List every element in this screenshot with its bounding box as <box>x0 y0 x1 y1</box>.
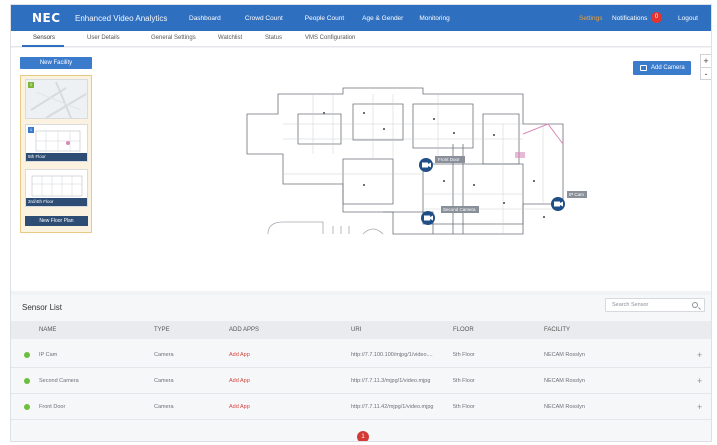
brand-logo: NEC <box>32 11 61 25</box>
notification-count-badge[interactable]: 0 <box>651 12 662 23</box>
sensor-facility: NECAM Rosslyn <box>544 404 585 410</box>
sensor-uri: http://7.7.11.3/mjpg/1/video.mjpg <box>351 378 431 384</box>
sensor-name: Second Camera <box>39 378 79 384</box>
floor-thumb-3rd-4th[interactable]: 3rd/4th Floor <box>25 169 88 207</box>
svg-text:IP Cam: IP Cam <box>569 192 584 197</box>
nav-monitoring[interactable]: Monitoring <box>419 15 449 22</box>
zoom-control: + - <box>700 54 711 80</box>
expand-row-plus-icon[interactable]: + <box>697 402 702 412</box>
floorplan-thumbnail <box>31 175 83 197</box>
top-navbar: NEC Enhanced Video Analytics Dashboard C… <box>11 5 711 31</box>
camera-icon <box>640 65 647 71</box>
tab-status[interactable]: Status <box>265 35 282 41</box>
add-app-link[interactable]: Add App <box>229 352 250 358</box>
sensor-floor: 5th Floor <box>453 352 475 358</box>
table-row[interactable]: Second Camera Camera Add App http://7.7.… <box>11 369 711 394</box>
col-floor[interactable]: FLOOR <box>453 327 474 333</box>
svg-text:Second Camera: Second Camera <box>443 207 476 212</box>
sensor-facility: NECAM Rosslyn <box>544 378 585 384</box>
expand-row-plus-icon[interactable]: + <box>697 376 702 386</box>
floor-plan-map[interactable]: Front Door Second Camera IP Cam <box>223 84 623 264</box>
sensor-list-title: Sensor List <box>22 303 63 312</box>
zoom-out-button[interactable]: - <box>701 67 711 79</box>
sensor-name: IP Cam <box>39 352 58 358</box>
app-frame: NEC Enhanced Video Analytics Dashboard C… <box>10 4 712 442</box>
tab-user-details[interactable]: User Details <box>87 35 120 41</box>
floor-label: 3rd/4th Floor <box>26 198 87 206</box>
tab-vms-configuration[interactable]: VMS Configuration <box>305 35 355 41</box>
sensor-name: Front Door <box>39 404 66 410</box>
search-icon[interactable] <box>692 302 698 308</box>
nav-dashboard[interactable]: Dashboard <box>189 15 221 22</box>
table-row[interactable]: IP Cam Camera Add App http://7.7.100.100… <box>11 343 711 368</box>
table-row[interactable]: Front Door Camera Add App http://7.7.11.… <box>11 395 711 420</box>
pagination-page-button[interactable]: 1 <box>357 431 369 441</box>
floor-label: 5th Floor <box>26 153 87 161</box>
expand-row-plus-icon[interactable]: + <box>697 350 702 360</box>
sensor-floor: 5th Floor <box>453 378 475 384</box>
status-online-icon <box>24 378 30 384</box>
add-camera-label: Add Camera <box>651 65 685 71</box>
main-nav: Dashboard Crowd Count People Count Age &… <box>189 15 450 22</box>
search-sensor-input[interactable] <box>606 299 686 311</box>
nav-crowd-count[interactable]: Crowd Count <box>245 15 283 22</box>
col-facility[interactable]: FACILITY <box>544 327 570 333</box>
logout-link[interactable]: Logout <box>678 15 698 22</box>
settings-tabs: Sensors User Details General Settings Wa… <box>11 31 711 47</box>
nav-people-count[interactable]: People Count <box>305 15 344 22</box>
floor-thumb-5th[interactable]: 1 5th Floor <box>25 124 88 162</box>
tab-watchlist[interactable]: Watchlist <box>218 35 242 41</box>
search-sensor-box <box>605 298 705 312</box>
sensor-uri: http://7.7.11.42/mjpg/1/video.mjpg <box>351 404 434 410</box>
nav-settings[interactable]: Settings <box>579 15 603 22</box>
col-name[interactable]: NAME <box>39 327 56 333</box>
tab-sensors[interactable]: Sensors <box>33 35 55 41</box>
tab-general-settings[interactable]: General Settings <box>151 35 196 41</box>
app-title: Enhanced Video Analytics <box>75 14 168 23</box>
sensor-floor: 5th Floor <box>453 404 475 410</box>
street-map-thumbnail <box>30 81 87 118</box>
floor-thumbnails: 2 1 5th Floor 3rd/4th Floor New Floor Pl… <box>20 75 92 233</box>
sensor-table-header: NAME TYPE ADD APPS URI FLOOR FACILITY <box>11 321 711 339</box>
camera-marker-ip-cam[interactable]: IP Cam <box>551 191 587 211</box>
status-online-icon <box>24 352 30 358</box>
nav-notifications[interactable]: Notifications <box>612 15 647 22</box>
add-camera-button[interactable]: Add Camera <box>633 61 691 75</box>
sensor-type: Camera <box>154 378 174 384</box>
col-type[interactable]: TYPE <box>154 327 170 333</box>
sensor-type: Camera <box>154 404 174 410</box>
floorplan-thumbnail <box>35 130 81 152</box>
new-facility-button[interactable]: New Facility <box>20 57 92 69</box>
status-online-icon <box>24 404 30 410</box>
sensor-uri: http://7.7.100.100/mjpg/1/video.... <box>351 352 433 358</box>
nav-age-gender[interactable]: Age & Gender <box>362 15 403 22</box>
facility-map-panel: New Facility 2 1 5th Floor 3rd/4th Floor… <box>11 48 711 291</box>
col-uri[interactable]: URI <box>351 327 361 333</box>
active-tab-indicator <box>22 45 64 47</box>
col-add-apps[interactable]: ADD APPS <box>229 327 259 333</box>
sensor-list-panel: Sensor List NAME TYPE ADD APPS URI FLOOR… <box>11 295 711 441</box>
add-app-link[interactable]: Add App <box>229 404 250 410</box>
new-floor-plan-button[interactable]: New Floor Plan <box>25 216 88 226</box>
sensor-type: Camera <box>154 352 174 358</box>
zoom-in-button[interactable]: + <box>701 55 711 67</box>
svg-text:Front Door: Front Door <box>438 157 460 162</box>
floor-thumb-map[interactable]: 2 <box>25 79 88 119</box>
add-app-link[interactable]: Add App <box>229 378 250 384</box>
sensor-facility: NECAM Rosslyn <box>544 352 585 358</box>
